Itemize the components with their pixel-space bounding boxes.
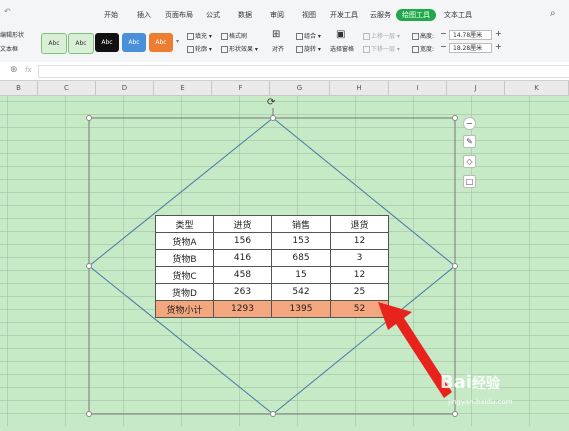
watermark-logo: Bai经验 bbox=[440, 372, 500, 393]
watermark-brand: Bai bbox=[440, 372, 473, 393]
watermark-brand2: 经验 bbox=[472, 376, 501, 392]
watermark-url: jingyan.baidu.com bbox=[448, 398, 513, 406]
red-arrow-annotation bbox=[378, 302, 452, 398]
